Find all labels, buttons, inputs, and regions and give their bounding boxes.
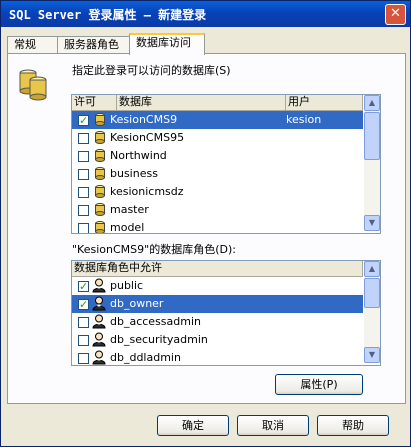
login-properties-dialog: SQL Server 登录属性 — 新建登录 ✕ 常规 服务器角色 数据库访问 … bbox=[0, 0, 411, 447]
window-title: SQL Server 登录属性 — 新建登录 bbox=[9, 8, 207, 22]
column-user[interactable]: 用户 bbox=[286, 95, 363, 110]
database-stack-icon bbox=[19, 69, 47, 101]
database-row-model[interactable]: model bbox=[72, 219, 363, 234]
database-icon bbox=[95, 221, 105, 233]
role-name: db_owner bbox=[110, 297, 164, 310]
role-checkbox[interactable] bbox=[78, 296, 89, 314]
role-name: public bbox=[110, 279, 144, 292]
role-name: db_securityadmin bbox=[110, 333, 208, 346]
column-role-permit[interactable]: 数据库角色中允许 bbox=[72, 261, 363, 276]
role-person-icon bbox=[92, 332, 106, 347]
scrollbar-thumb[interactable] bbox=[364, 112, 380, 160]
role-checkbox[interactable] bbox=[78, 278, 89, 296]
role-person-icon bbox=[92, 296, 106, 311]
column-permit[interactable]: 许可 bbox=[72, 95, 117, 110]
database-roles-list[interactable]: 数据库角色中允许 public db_owner db_accessadmin bbox=[71, 260, 381, 366]
database-icon bbox=[95, 203, 105, 216]
roles-list-header: 数据库角色中允许 bbox=[72, 261, 363, 277]
role-name: db_accessadmin bbox=[110, 315, 201, 328]
database-name: KesionCMS95 bbox=[110, 131, 185, 144]
database-row-kesioncms9[interactable]: KesionCMS9 kesion bbox=[72, 111, 363, 130]
tab-server-roles[interactable]: 服务器角色 bbox=[57, 36, 133, 54]
tab-database-access[interactable]: 数据库访问 bbox=[129, 33, 205, 55]
database-name: Northwind bbox=[110, 149, 167, 162]
database-row-kesioncms95[interactable]: KesionCMS95 bbox=[72, 129, 363, 147]
permit-checkbox[interactable] bbox=[78, 205, 89, 216]
database-list[interactable]: 许可 数据库 用户 KesionCMS9 kesion KesionCMS95 bbox=[71, 94, 381, 234]
scrollbar-thumb[interactable] bbox=[364, 278, 380, 308]
database-name: business bbox=[110, 167, 158, 180]
database-row-kesionicmsdz[interactable]: kesionicmsdz bbox=[72, 183, 363, 201]
role-person-icon bbox=[92, 350, 106, 365]
help-button[interactable]: 帮助 bbox=[317, 415, 389, 436]
database-icon bbox=[95, 185, 105, 198]
database-access-panel: 指定此登录可以访问的数据库(S) 许可 数据库 用户 KesionCMS9 ke… bbox=[7, 53, 406, 404]
database-name: KesionCMS9 bbox=[110, 113, 178, 126]
column-database[interactable]: 数据库 bbox=[117, 95, 286, 110]
database-list-header: 许可 数据库 用户 bbox=[72, 95, 363, 111]
properties-button[interactable]: 属性(P) bbox=[275, 374, 363, 395]
role-checkbox[interactable] bbox=[78, 317, 89, 328]
permit-checkbox[interactable] bbox=[78, 133, 89, 144]
database-name: master bbox=[110, 203, 149, 216]
database-icon bbox=[95, 113, 105, 126]
role-person-icon bbox=[92, 314, 106, 329]
scroll-up-icon[interactable]: ▲ bbox=[364, 95, 380, 111]
database-row-master[interactable]: master bbox=[72, 201, 363, 219]
permit-checkbox[interactable] bbox=[78, 169, 89, 180]
database-name: model bbox=[110, 221, 145, 234]
tab-general[interactable]: 常规 bbox=[7, 36, 59, 54]
ok-button[interactable]: 确定 bbox=[157, 415, 229, 436]
database-icon bbox=[95, 131, 105, 144]
scroll-up-icon[interactable]: ▲ bbox=[364, 261, 380, 277]
role-person-icon bbox=[92, 278, 106, 293]
database-icon bbox=[95, 167, 105, 180]
roles-label: "KesionCMS9"的数据库角色(D): bbox=[72, 243, 236, 256]
role-checkbox[interactable] bbox=[78, 353, 89, 364]
database-row-northwind[interactable]: Northwind bbox=[72, 147, 363, 165]
role-name: db_ddladmin bbox=[110, 351, 181, 364]
title-bar[interactable]: SQL Server 登录属性 — 新建登录 ✕ bbox=[1, 1, 410, 27]
scroll-down-icon[interactable]: ▼ bbox=[364, 215, 380, 231]
permit-checkbox[interactable] bbox=[78, 187, 89, 198]
role-row-db-accessadmin[interactable]: db_accessadmin bbox=[72, 313, 363, 331]
role-row-public[interactable]: public bbox=[72, 277, 363, 296]
database-row-business[interactable]: business bbox=[72, 165, 363, 183]
database-list-scrollbar[interactable]: ▲ ▼ bbox=[364, 95, 380, 231]
db-list-instruction: 指定此登录可以访问的数据库(S) bbox=[72, 64, 231, 77]
permit-checkbox[interactable] bbox=[78, 223, 89, 233]
roles-list-scrollbar[interactable]: ▲ ▼ bbox=[364, 261, 380, 363]
database-icon bbox=[95, 149, 105, 162]
close-icon[interactable]: ✕ bbox=[385, 4, 406, 25]
permit-checkbox[interactable] bbox=[78, 112, 89, 130]
role-row-db-owner[interactable]: db_owner bbox=[72, 295, 363, 314]
role-row-db-ddladmin[interactable]: db_ddladmin bbox=[72, 349, 363, 365]
permit-checkbox[interactable] bbox=[78, 151, 89, 162]
database-name: kesionicmsdz bbox=[110, 185, 184, 198]
database-user: kesion bbox=[286, 113, 322, 126]
role-checkbox[interactable] bbox=[78, 335, 89, 346]
cancel-button[interactable]: 取消 bbox=[237, 415, 309, 436]
role-row-db-securityadmin[interactable]: db_securityadmin bbox=[72, 331, 363, 349]
scroll-down-icon[interactable]: ▼ bbox=[364, 347, 380, 363]
